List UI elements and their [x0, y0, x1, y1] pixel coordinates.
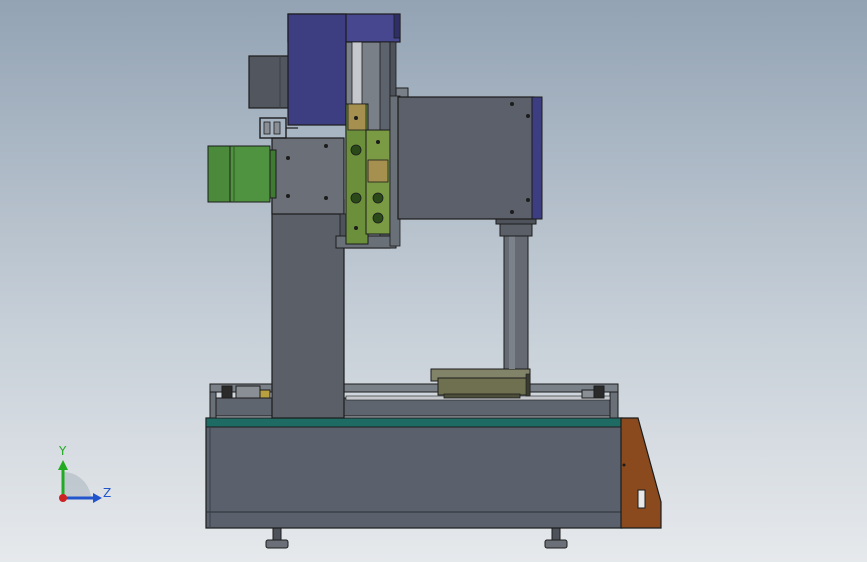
- z-axis-label: Z: [103, 486, 111, 500]
- work-head-box: [397, 96, 543, 220]
- base-teal-strip: [205, 417, 623, 428]
- side-panel: [620, 417, 662, 529]
- leveling-foot-right: [544, 527, 568, 549]
- y-axis-label: Y: [58, 444, 67, 458]
- base-rail-frame: [209, 383, 619, 419]
- work-platform: [430, 368, 531, 399]
- base-cabinet: [205, 417, 623, 529]
- gearbox-block: [248, 55, 290, 109]
- axis-triad: Y Z: [58, 444, 111, 503]
- main-column: [271, 137, 345, 419]
- cad-viewport[interactable]: Y Z: [0, 0, 867, 562]
- side-panel-slot: [637, 489, 646, 509]
- leveling-foot-left: [265, 527, 289, 549]
- origin-dot: [59, 494, 67, 502]
- motor-green: [207, 145, 277, 203]
- support-pillar: [495, 217, 537, 370]
